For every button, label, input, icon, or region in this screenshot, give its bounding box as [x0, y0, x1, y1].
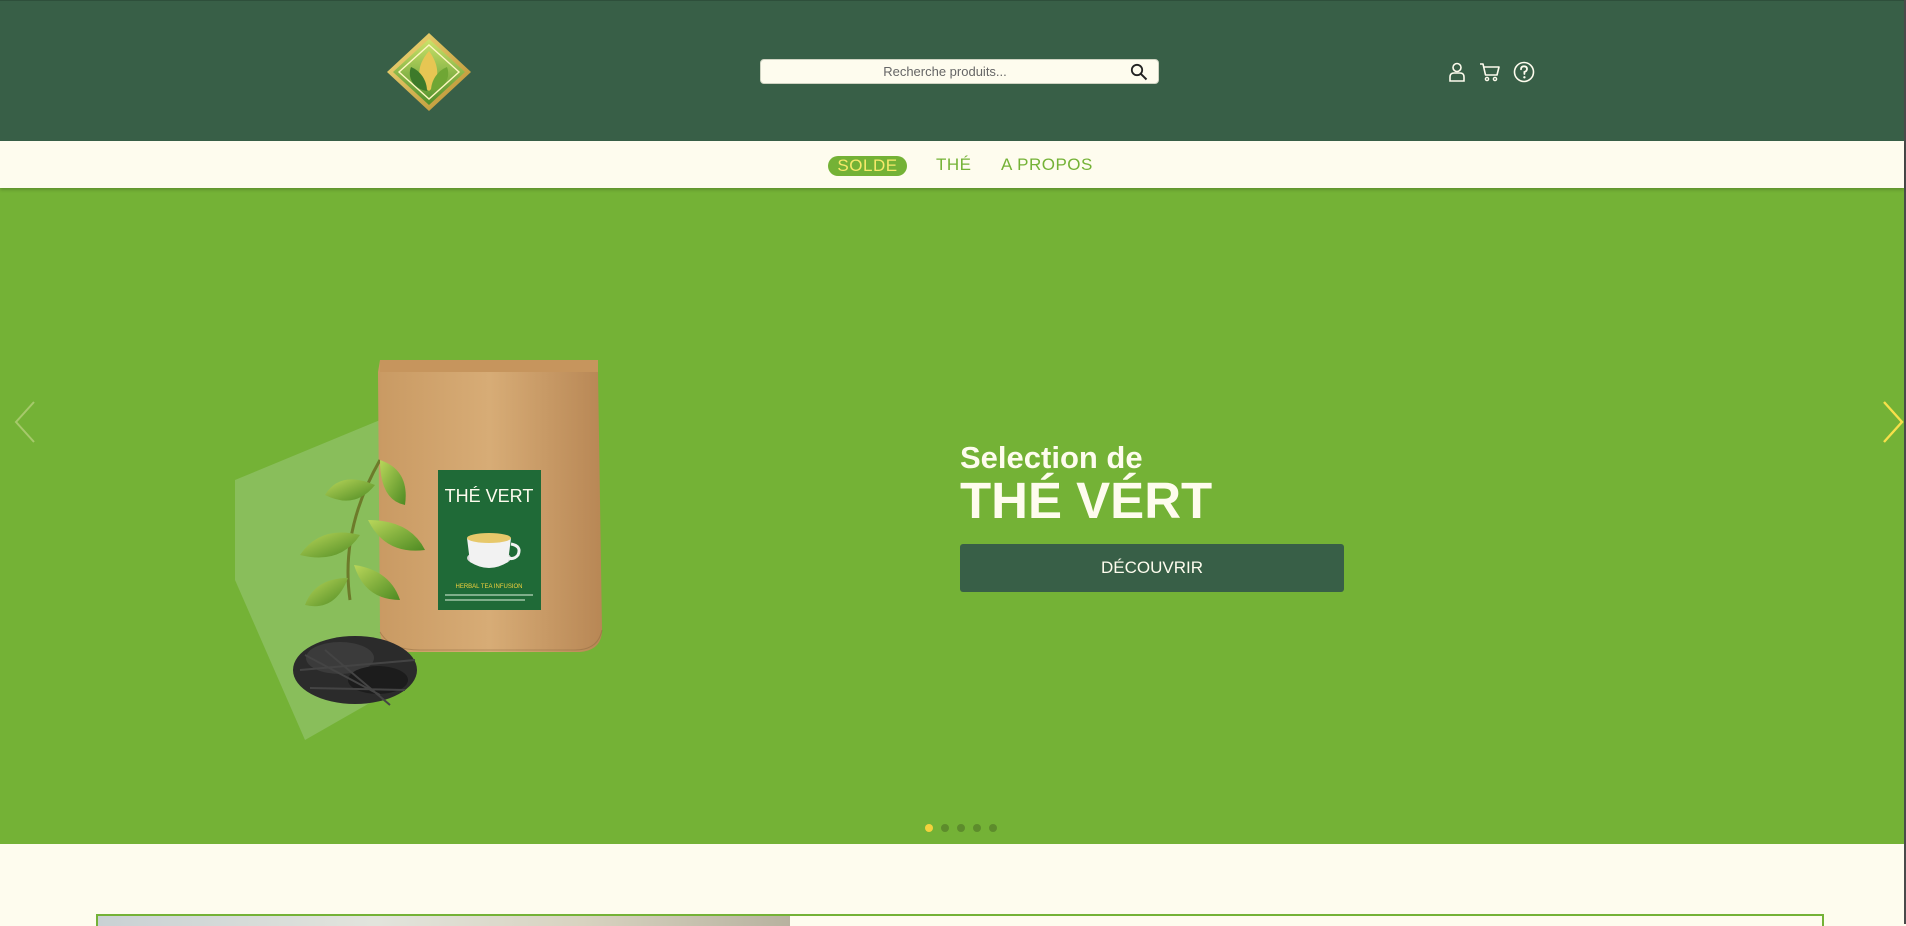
search-icon[interactable] [1130, 63, 1148, 81]
hero-heading: Selection de THÉ VÉRT [960, 440, 1212, 528]
featured-section-card [96, 914, 1824, 926]
chevron-left-icon[interactable] [12, 398, 38, 446]
discover-button[interactable]: DÉCOUVRIR [960, 544, 1344, 592]
carousel-dot-4[interactable] [973, 824, 981, 832]
hero-subtitle: Selection de [960, 440, 1143, 475]
tea-package-image: THÉ VERT HERBAL TEA INFUSION [230, 350, 610, 740]
carousel-dot-2[interactable] [941, 824, 949, 832]
cart-icon[interactable] [1478, 60, 1502, 84]
nav-item-solde[interactable]: SOLDE [828, 156, 907, 176]
chevron-right-icon[interactable] [1880, 398, 1904, 446]
package-sublabel: HERBAL TEA INFUSION [455, 584, 522, 590]
hero-title: THÉ VÉRT [960, 472, 1213, 529]
search-bar [760, 59, 1159, 84]
main-nav: SOLDE THÉ A PROPOS [0, 141, 1904, 188]
user-icon[interactable] [1445, 60, 1469, 84]
carousel-dot-3[interactable] [957, 824, 965, 832]
carousel-dot-5[interactable] [989, 824, 997, 832]
search-input[interactable] [761, 60, 1121, 83]
tea-leaf-logo-icon[interactable] [383, 31, 475, 113]
help-icon[interactable] [1512, 60, 1536, 84]
nav-item-a-propos[interactable]: A PROPOS [1001, 154, 1093, 176]
package-label: THÉ VERT [445, 486, 534, 506]
site-header [0, 0, 1904, 142]
nav-item-the[interactable]: THÉ [936, 154, 972, 176]
carousel-dot-1[interactable] [925, 824, 933, 832]
hero-carousel: THÉ VERT HERBAL TEA INFUSION Selection d… [0, 188, 1904, 844]
featured-image [98, 916, 790, 926]
